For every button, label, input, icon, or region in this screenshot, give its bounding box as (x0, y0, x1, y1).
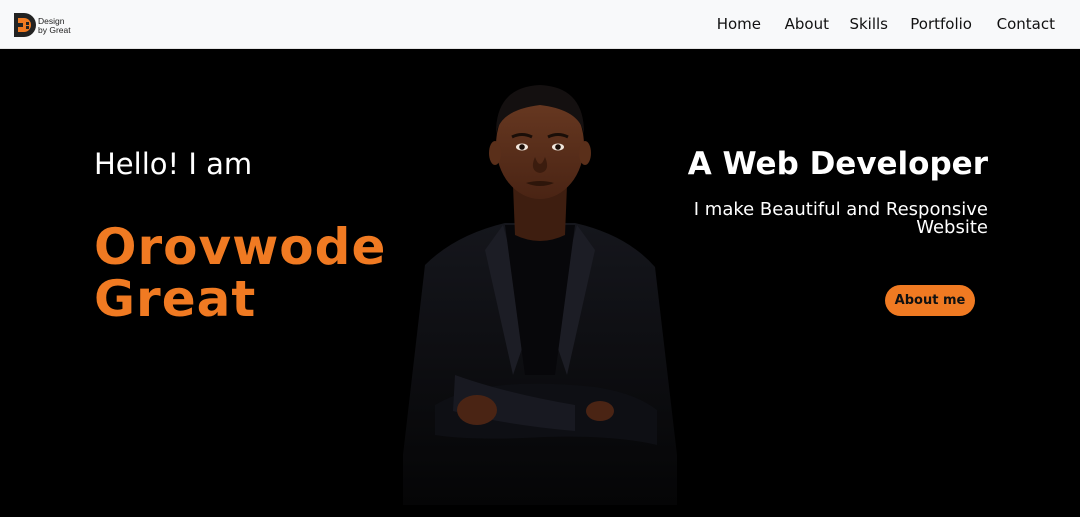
about-me-button[interactable]: About me (885, 285, 975, 316)
nav-link-contact[interactable]: Contact (997, 15, 1055, 33)
brand-logo[interactable]: Design by Great (13, 12, 83, 40)
hero-tagline: I make Beautiful and Responsive Website (648, 201, 988, 237)
hero-role: A Web Developer (687, 146, 988, 182)
hero-tagline-line2: Website (916, 217, 988, 238)
logo-mark-icon (14, 13, 36, 37)
nav-link-home[interactable]: Home (717, 15, 761, 33)
hero-section: Hello! I am Orovwode Great A Web Develop… (0, 49, 1080, 517)
hero-name: Orovwode Great (94, 221, 386, 325)
nav-link-skills[interactable]: Skills (849, 15, 888, 33)
hero-name-first: Orovwode (94, 218, 387, 276)
nav-link-about[interactable]: About (785, 15, 829, 33)
hero-greeting: Hello! I am (94, 147, 253, 181)
top-navbar: Design by Great Home About Skills Portfo… (0, 0, 1080, 49)
person-portrait-icon (403, 85, 677, 505)
logo-text: Design by Great (38, 17, 71, 35)
logo-text-line2: by Great (38, 25, 71, 35)
nav-link-portfolio[interactable]: Portfolio (910, 15, 972, 33)
hero-name-last: Great (94, 270, 257, 328)
